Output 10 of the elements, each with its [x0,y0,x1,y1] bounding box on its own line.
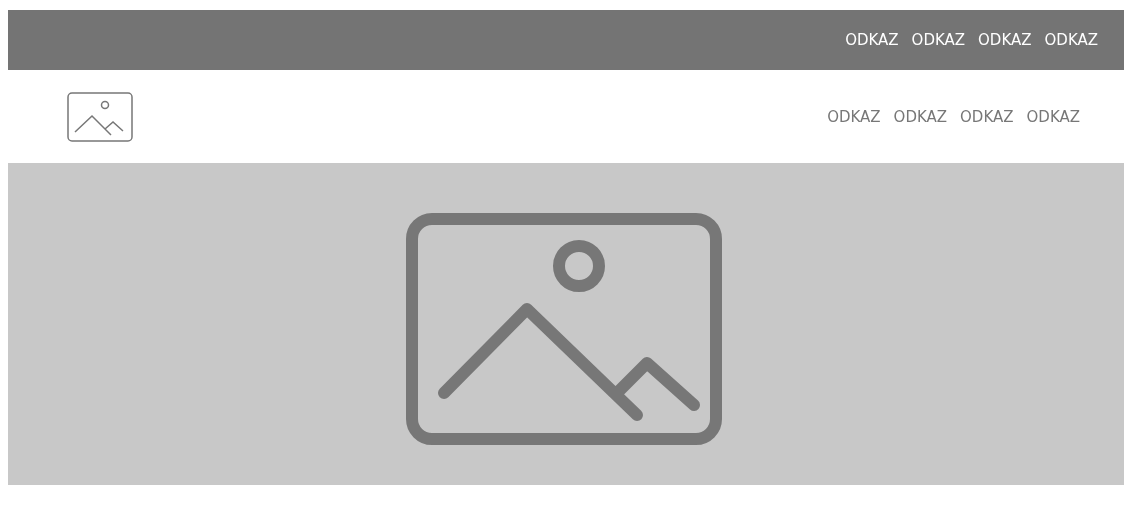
nav-link[interactable]: ODKAZ [911,31,966,49]
nav-link[interactable]: ODKAZ [893,107,948,126]
nav-link[interactable]: ODKAZ [978,31,1032,49]
image-placeholder-icon [67,91,133,142]
nav-link[interactable]: ODKAZ [1026,107,1080,126]
nav-link[interactable]: ODKAZ [1044,31,1098,49]
nav-link[interactable]: ODKAZ [845,31,899,49]
image-placeholder-icon [404,211,724,447]
nav-link[interactable]: ODKAZ [960,107,1014,126]
nav-link[interactable]: ODKAZ [827,107,881,126]
